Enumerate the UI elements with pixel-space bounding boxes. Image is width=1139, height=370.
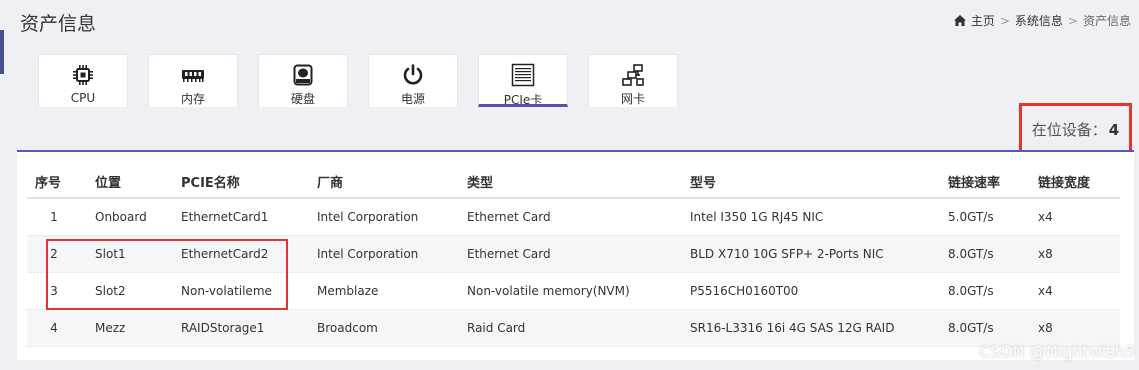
watermark: CSDN @Nightwish5	[979, 342, 1135, 361]
tab-label: 电源	[400, 92, 425, 106]
table-cell: 8.0GT/s	[948, 284, 994, 298]
network-icon	[621, 63, 645, 86]
column-header: 链接速率	[948, 175, 1001, 191]
table-cell: 4	[50, 321, 58, 335]
cpu-icon	[71, 63, 95, 87]
table-cell: EthernetCard1	[181, 210, 269, 224]
table-cell: Memblaze	[317, 284, 379, 298]
table-row: 3 Slot2 Non-volatileme Memblaze Non-vola…	[27, 273, 1120, 310]
column-header: 型号	[690, 175, 717, 191]
table-cell: Ethernet Card	[467, 210, 551, 224]
table-cell: Broadcom	[317, 321, 378, 335]
tab-pcie[interactable]: PCIe卡	[478, 54, 568, 107]
tab-label: CPU	[70, 91, 96, 105]
tab-disk[interactable]: 硬盘	[258, 54, 348, 107]
left-edge-strip	[0, 30, 4, 74]
breadcrumb-home-link[interactable]: 主页	[971, 12, 995, 29]
device-count: 在位设备： 4	[1019, 103, 1132, 156]
table-cell: Intel Corporation	[317, 247, 419, 261]
table-cell: Slot2	[95, 284, 126, 298]
asset-tabs: CPU 内存 硬盘 电源 PCIe卡 网卡	[38, 54, 698, 107]
table-cell: 1	[50, 210, 58, 224]
pcie-table: 序号 位置 PCIE名称 厂商 类型 型号 链接速率 链接宽度 1 Onboar…	[27, 165, 1120, 347]
pcie-table-panel: 序号 位置 PCIE名称 厂商 类型 型号 链接速率 链接宽度 1 Onboar…	[17, 150, 1134, 360]
tab-cpu[interactable]: CPU	[38, 54, 128, 107]
column-header: PCIE名称	[181, 175, 240, 191]
table-cell: 2	[50, 247, 58, 261]
table-cell: BLD X710 10G SFP+ 2-Ports NIC	[690, 247, 884, 261]
table-cell: RAIDStorage1	[181, 321, 265, 335]
home-icon	[953, 15, 966, 26]
table-cell: Non-volatileme	[181, 284, 272, 298]
table-cell: x8	[1038, 247, 1053, 261]
column-header: 链接宽度	[1038, 175, 1091, 191]
memory-icon	[181, 63, 205, 86]
table-cell: 3	[50, 284, 58, 298]
tab-power[interactable]: 电源	[368, 54, 458, 107]
disk-icon	[291, 63, 315, 86]
column-header: 厂商	[317, 175, 344, 191]
table-cell: Slot1	[95, 247, 126, 261]
device-count-value: 4	[1108, 120, 1120, 139]
table-row: 4 Mezz RAIDStorage1 Broadcom Raid Card S…	[27, 310, 1120, 347]
tab-label: PCIe卡	[503, 93, 543, 107]
table-cell: EthernetCard2	[181, 247, 269, 261]
table-cell: 5.0GT/s	[948, 210, 994, 224]
tab-memory[interactable]: 内存	[148, 54, 238, 107]
tab-network[interactable]: 网卡	[588, 54, 678, 107]
column-header: 类型	[467, 175, 494, 191]
table-cell: Raid Card	[467, 321, 526, 335]
breadcrumb-separator: >	[999, 13, 1010, 28]
device-count-label: 在位设备：	[1031, 121, 1107, 139]
table-cell: SR16-L3316 16i 4G SAS 12G RAID	[690, 321, 895, 335]
power-icon	[401, 63, 425, 86]
breadcrumb-current: 资产信息	[1082, 14, 1131, 28]
breadcrumb-separator: >	[1067, 13, 1078, 28]
tab-label: 硬盘	[290, 92, 315, 106]
page-title: 资产信息	[20, 13, 97, 35]
table-cell: Ethernet Card	[467, 247, 551, 261]
table-cell: x4	[1038, 210, 1053, 224]
breadcrumb: 主页 > 系统信息 > 资产信息	[953, 12, 1131, 29]
table-cell: Onboard	[95, 210, 147, 224]
column-header: 序号	[35, 175, 62, 191]
table-row: 2 Slot1 EthernetCard2 Intel Corporation …	[27, 236, 1120, 273]
pcie-icon	[511, 63, 535, 87]
table-cell: x4	[1038, 284, 1053, 298]
table-cell: 8.0GT/s	[948, 247, 994, 261]
table-cell: Mezz	[95, 321, 126, 335]
tab-label: 内存	[180, 92, 205, 106]
table-cell: P5516CH0160T00	[690, 284, 799, 298]
breadcrumb-system-info-link[interactable]: 系统信息	[1015, 12, 1063, 29]
table-header-row: 序号 位置 PCIE名称 厂商 类型 型号 链接速率 链接宽度	[27, 165, 1120, 199]
table-cell: Intel Corporation	[317, 210, 419, 224]
column-header: 位置	[95, 175, 122, 191]
table-cell: 8.0GT/s	[948, 321, 994, 335]
table-cell: x8	[1038, 321, 1053, 335]
table-cell: Intel I350 1G RJ45 NIC	[690, 210, 824, 224]
table-row: 1 Onboard EthernetCard1 Intel Corporatio…	[27, 199, 1120, 236]
tab-label: 网卡	[620, 92, 645, 106]
table-cell: Non-volatile memory(NVM)	[467, 284, 630, 298]
